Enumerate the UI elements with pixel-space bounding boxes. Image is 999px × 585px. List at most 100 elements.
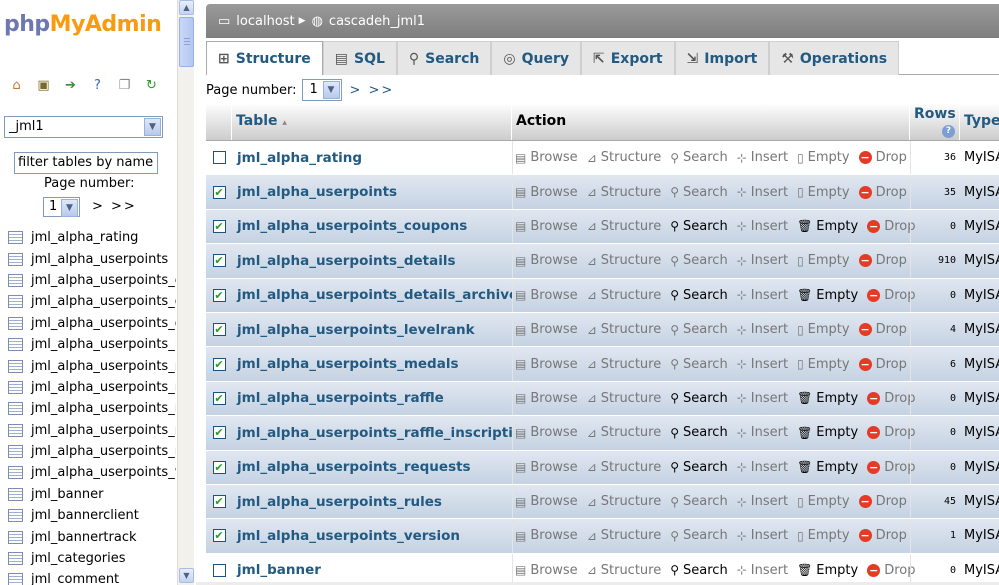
table-icon[interactable] [8,552,23,566]
nav-table-item[interactable]: jml_bannertrack [8,526,176,547]
structure-action[interactable]: ⊿ Structure [587,150,662,165]
table-row[interactable]: ✔ jml_alpha_userpoints_requests ▤ Browse ⊿ St… [206,450,999,485]
empty-action[interactable]: ▯ Empty [797,528,850,543]
table-name-link[interactable]: jml_alpha_userpoints_details [232,253,512,269]
insert-action[interactable]: ⊹ Insert [737,425,788,440]
nav-table-item[interactable]: jml_categories [8,548,176,569]
structure-action[interactable]: ⊿ Structure [587,425,662,440]
drop-action[interactable]: − Drop [867,391,916,406]
table-icon[interactable] [8,316,23,330]
browse-action[interactable]: ▤ Browse [515,460,578,475]
search-action[interactable]: ⚲ Search [670,150,727,165]
empty-action[interactable]: 🗑 Empty [797,219,858,234]
column-header-rows[interactable]: Rows? [910,103,960,140]
exit-icon[interactable]: ▣ [34,77,53,94]
tab-operations[interactable]: ⚒ Operations [769,41,900,75]
phpmyadmin-logo[interactable]: phpMyAdmin [4,12,162,37]
empty-action[interactable]: ▯ Empty [797,494,850,509]
breadcrumb-database[interactable]: cascadeh_jml1 [329,14,425,29]
insert-action[interactable]: ⊹ Insert [737,219,788,234]
browse-action[interactable]: ▤ Browse [515,322,578,337]
table-icon[interactable] [8,231,23,245]
table-row[interactable]: ✔ jml_alpha_userpoints_version ▤ Browse ⊿ Str… [206,519,999,554]
table-name-link[interactable]: jml_banner [232,562,512,578]
table-name-link[interactable]: jml_alpha_userpoints_medals [232,356,512,372]
help-icon[interactable]: ? [942,125,955,138]
browse-action[interactable]: ▤ Browse [515,219,578,234]
row-checkbox[interactable]: ✔ [212,495,226,509]
chevron-down-icon[interactable]: ▼ [144,118,161,136]
nav-table-item[interactable]: jml_alpha_userpoints [8,248,176,269]
empty-action[interactable]: ▯ Empty [797,322,850,337]
table-row[interactable]: ✔ jml_alpha_userpoints_raffle ▤ Browse ⊿ Stru… [206,381,999,417]
chevron-down-icon[interactable]: ▼ [61,199,78,217]
main-page-next-links[interactable]: > >> [350,83,395,98]
drop-action[interactable]: − Drop [858,322,907,337]
drop-action[interactable]: − Drop [858,253,907,268]
structure-action[interactable]: ⊿ Structure [587,357,662,372]
row-checkbox[interactable]: ✔ [212,254,226,268]
search-action[interactable]: ⚲ Search [670,185,727,200]
table-row[interactable]: ✔ jml_alpha_userpoints ▤ Browse ⊿ Structure ⚲ S… [206,175,999,210]
row-checkbox[interactable]: ✔ [212,529,226,543]
search-action[interactable]: ⚲ Search [670,425,727,440]
row-checkbox[interactable]: ✔ [212,185,226,199]
empty-action[interactable]: 🗑 Empty [797,288,858,303]
search-action[interactable]: ⚲ Search [670,357,727,372]
table-icon[interactable] [8,573,23,585]
insert-action[interactable]: ⊹ Insert [737,494,788,509]
tab-export[interactable]: ⇱ Export [580,41,675,75]
tab-structure[interactable]: ⊞ Structure [206,41,323,75]
search-action[interactable]: ⚲ Search [670,460,727,475]
insert-action[interactable]: ⊹ Insert [737,185,788,200]
nav-table-item[interactable]: jml_alpha_userpoints_levelrank [8,334,176,355]
scrollbar-thumb[interactable] [179,17,194,67]
drop-action[interactable]: − Drop [867,288,916,303]
insert-action[interactable]: ⊹ Insert [737,460,788,475]
table-row[interactable]: ✔ jml_alpha_userpoints_medals ▤ Browse ⊿ Stru… [206,347,999,382]
nav-table-item[interactable]: jml_alpha_userpoints_details [8,291,176,312]
drop-action[interactable]: − Drop [867,460,916,475]
table-name-link[interactable]: jml_alpha_userpoints_details_archive [232,287,512,303]
empty-action[interactable]: 🗑 Empty [797,391,858,406]
structure-action[interactable]: ⊿ Structure [587,322,662,337]
browse-action[interactable]: ▤ Browse [515,357,578,372]
table-icon[interactable] [8,273,23,287]
nav-scrollbar[interactable]: ▲ ▼ [177,0,194,585]
table-name-link[interactable]: jml_alpha_userpoints_raffle_inscriptions [232,425,512,441]
insert-action[interactable]: ⊹ Insert [737,357,788,372]
search-action[interactable]: ⚲ Search [670,528,727,543]
search-action[interactable]: ⚲ Search [670,253,727,268]
nav-table-item[interactable]: jml_alpha_rating [8,227,176,248]
table-row[interactable]: jml_banner ▤ Browse ⊿ Structure ⚲ Search ⊹ Inser… [206,553,999,585]
drop-action[interactable]: − Drop [858,357,907,372]
empty-action[interactable]: 🗑 Empty [797,425,858,440]
table-icon[interactable] [8,423,23,437]
nav-table-item[interactable]: jml_alpha_userpoints_rules [8,441,176,462]
row-checkbox[interactable]: ✔ [212,219,226,233]
table-name-link[interactable]: jml_alpha_userpoints_rules [232,494,512,510]
insert-action[interactable]: ⊹ Insert [737,253,788,268]
nav-page-next-links[interactable]: > >> [92,199,137,214]
table-row[interactable]: ✔ jml_alpha_userpoints_levelrank ▤ Browse ⊿ S… [206,312,999,348]
table-row[interactable]: ✔ jml_alpha_userpoints_rules ▤ Browse ⊿ Struc… [206,484,999,520]
table-name-link[interactable]: jml_alpha_rating [232,150,512,166]
help-icon[interactable]: ? [88,77,107,94]
empty-action[interactable]: 🗑 Empty [797,460,858,475]
query-window-icon[interactable]: ➔ [61,77,80,94]
insert-action[interactable]: ⊹ Insert [737,528,788,543]
table-row[interactable]: ✔ jml_alpha_userpoints_details ▤ Browse ⊿ Str… [206,244,999,279]
table-name-link[interactable]: jml_alpha_userpoints_raffle [232,390,512,406]
browse-action[interactable]: ▤ Browse [515,391,578,406]
browse-action[interactable]: ▤ Browse [515,185,578,200]
nav-page-select[interactable]: 1 ▼ [43,197,80,217]
browse-action[interactable]: ▤ Browse [515,494,578,509]
search-action[interactable]: ⚲ Search [670,391,727,406]
structure-action[interactable]: ⊿ Structure [587,219,662,234]
row-checkbox[interactable]: ✔ [212,460,226,474]
structure-action[interactable]: ⊿ Structure [587,563,662,578]
drop-action[interactable]: − Drop [867,219,916,234]
row-checkbox[interactable]: ✔ [212,426,226,440]
insert-action[interactable]: ⊹ Insert [737,322,788,337]
nav-table-item[interactable]: jml_comment [8,569,176,585]
